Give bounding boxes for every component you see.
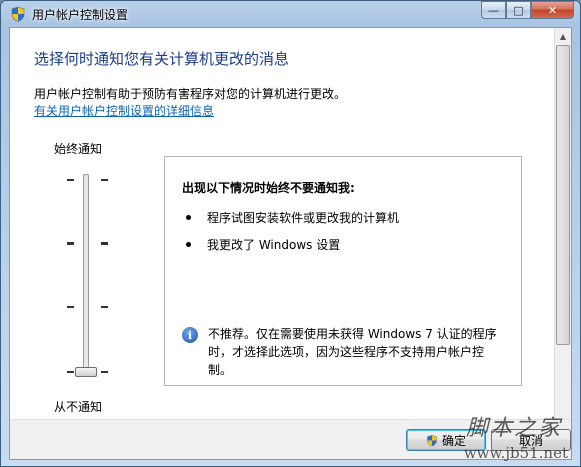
warning-note: i 不推荐。仅在需要使用未获得 Windows 7 认证的程序时，才选择此选项，… [182,325,498,379]
watermark-logo: 脚本之家 [465,416,562,441]
slider-tick [101,306,108,308]
page-description: 用户帐户控制有助于预防有害程序对您的计算机进行更改。 [34,87,347,101]
slider-tick [101,242,108,245]
window-title: 用户帐户控制设置 [32,8,129,22]
page-heading: 选择何时通知您有关计算机更改的消息 [34,50,290,68]
info-icon: i [182,327,198,343]
slider-tick [101,179,108,181]
maximize-button[interactable]: □ [506,1,531,19]
uac-help-link[interactable]: 有关用户帐户控制设置的详细信息 [34,102,214,119]
slider-tick [67,371,74,373]
slider-track[interactable] [83,174,89,374]
bullet-icon [186,242,191,247]
slider-bottom-label: 从不通知 [54,400,103,414]
slider-top-label: 始终通知 [54,142,103,156]
close-button[interactable]: ✕ [531,1,574,19]
watermark-url: www.jb51.net [463,444,568,462]
slider-tick [67,179,74,181]
window-controls: — □ ✕ [481,1,574,19]
close-icon: ✕ [547,3,558,17]
note-text: 不推荐。仅在需要使用未获得 Windows 7 认证的程序时，才选择此选项，因为… [208,327,497,377]
bullet-icon [186,215,191,220]
title-bar[interactable]: 用户帐户控制设置 — □ ✕ [1,1,580,27]
maximize-icon: □ [513,3,524,17]
slider-tick [101,371,108,373]
uac-shield-icon [11,6,25,22]
slider-thumb[interactable] [75,367,97,377]
uac-shield-icon [427,434,437,446]
scroll-up-icon[interactable]: ▲ [555,28,571,44]
list-item-text: 我更改了 Windows 设置 [207,238,341,252]
client-area: 选择何时通知您有关计算机更改的消息 用户帐户控制有助于预防有害程序对您的计算机进… [9,27,572,460]
panel-title: 出现以下情况时始终不要通知我: [182,181,355,195]
uac-settings-window: 用户帐户控制设置 — □ ✕ 选择何时通知您有关计算机更改的消息 用户帐户控制有… [0,0,581,467]
ok-button-label: 确定 [441,433,466,448]
vertical-scrollbar[interactable]: ▲ ▼ [554,28,571,459]
setting-description-panel: 出现以下情况时始终不要通知我: 程序试图安装软件或更改我的计算机 我更改了 Wi… [164,156,522,386]
slider-tick [67,242,74,245]
list-item: 我更改了 Windows 设置 [186,236,340,253]
list-item-text: 程序试图安装软件或更改我的计算机 [207,211,400,225]
minimize-button[interactable]: — [481,1,506,19]
slider-tick [67,306,74,308]
list-item: 程序试图安装软件或更改我的计算机 [186,209,399,226]
scrollbar-thumb[interactable] [556,45,570,345]
minimize-icon: — [488,3,499,17]
